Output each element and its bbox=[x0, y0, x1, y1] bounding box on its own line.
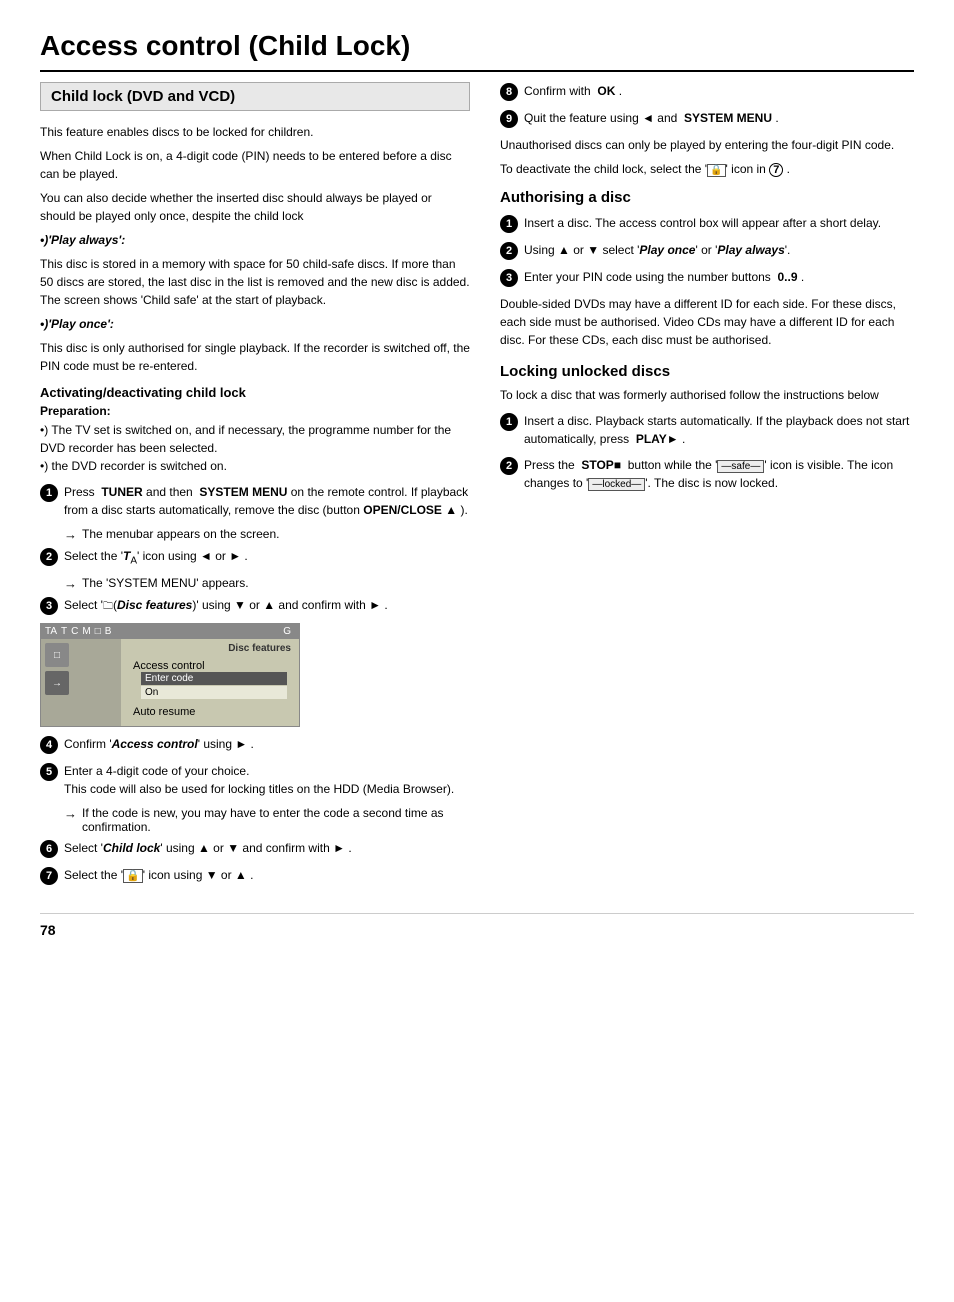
step-2-arrow: The 'SYSTEM MENU' appears. bbox=[64, 576, 470, 591]
play-once-label: •)'Play once': bbox=[40, 315, 470, 333]
auth-step-num-1: 1 bbox=[500, 215, 518, 233]
menu-top-bar: TATCM□BG bbox=[41, 624, 299, 639]
note-1: Unauthorised discs can only be played by… bbox=[500, 136, 914, 154]
step-num-3: 3 bbox=[40, 597, 58, 615]
menu-body: □ → Disc features Access control Enter c… bbox=[41, 639, 299, 726]
step-8-content: Confirm with OK . bbox=[524, 82, 914, 100]
auth-step-num-3: 3 bbox=[500, 269, 518, 287]
locking-step-1: 1 Insert a disc. Playback starts automat… bbox=[500, 412, 914, 448]
intro-p1: This feature enables discs to be locked … bbox=[40, 123, 470, 141]
menu-icon-2: → bbox=[45, 671, 69, 695]
step-1-content: Press TUNER and then SYSTEM MENU on the … bbox=[64, 483, 470, 519]
intro-p2: When Child Lock is on, a 4-digit code (P… bbox=[40, 147, 470, 183]
step-9: 9 Quit the feature using ◄ and SYSTEM ME… bbox=[500, 109, 914, 128]
step-2-content: Select the 'TA' icon using ◄ or ► . bbox=[64, 547, 470, 568]
menu-screenshot: TATCM□BG □ → Disc features Access contro… bbox=[40, 623, 300, 727]
step-5: 5 Enter a 4-digit code of your choice. T… bbox=[40, 762, 470, 798]
step-num-1: 1 bbox=[40, 484, 58, 502]
menu-item-auto-resume: Auto resume bbox=[129, 704, 291, 720]
auth-step-3: 3 Enter your PIN code using the number b… bbox=[500, 268, 914, 287]
step-8: 8 Confirm with OK . bbox=[500, 82, 914, 101]
child-lock-section-title: Child lock (DVD and VCD) bbox=[51, 88, 459, 105]
child-lock-section-header: Child lock (DVD and VCD) bbox=[40, 82, 470, 111]
step-6-content: Select 'Child lock' using ▲ or ▼ and con… bbox=[64, 839, 470, 857]
menu-right-panel: Disc features Access control Enter code … bbox=[121, 639, 299, 726]
locking-intro: To lock a disc that was formerly authori… bbox=[500, 386, 914, 404]
step-1-arrow: The menubar appears on the screen. bbox=[64, 527, 470, 542]
step-num-5: 5 bbox=[40, 763, 58, 781]
page-number: 78 bbox=[40, 922, 56, 938]
locking-step-num-1: 1 bbox=[500, 413, 518, 431]
step-4: 4 Confirm 'Access control' using ► . bbox=[40, 735, 470, 754]
menu-left-panel: □ → bbox=[41, 639, 121, 726]
step-num-4: 4 bbox=[40, 736, 58, 754]
menu-sub-enter-code: Enter code bbox=[141, 672, 287, 685]
step-2: 2 Select the 'TA' icon using ◄ or ► . bbox=[40, 547, 470, 568]
menu-right-title: Disc features bbox=[129, 643, 291, 654]
note-2: To deactivate the child lock, select the… bbox=[500, 160, 914, 179]
locking-step-1-content: Insert a disc. Playback starts automatic… bbox=[524, 412, 914, 448]
authorising-title: Authorising a disc bbox=[500, 189, 914, 206]
menu-item-access-control: Access control Enter code On bbox=[129, 658, 291, 702]
locking-step-num-2: 2 bbox=[500, 457, 518, 475]
step-num-2: 2 bbox=[40, 548, 58, 566]
auth-step-1: 1 Insert a disc. The access control box … bbox=[500, 214, 914, 233]
step-num-9: 9 bbox=[500, 110, 518, 128]
step-3-content: Select '🗀(Disc features)' using ▼ or ▲ a… bbox=[64, 596, 470, 614]
step-7: 7 Select the '🔒' icon using ▼ or ▲ . bbox=[40, 866, 470, 885]
play-always-text: This disc is stored in a memory with spa… bbox=[40, 255, 470, 309]
play-once-text: This disc is only authorised for single … bbox=[40, 339, 470, 375]
step-7-content: Select the '🔒' icon using ▼ or ▲ . bbox=[64, 866, 470, 885]
step-num-8: 8 bbox=[500, 83, 518, 101]
step-9-content: Quit the feature using ◄ and SYSTEM MENU… bbox=[524, 109, 914, 127]
step-1: 1 Press TUNER and then SYSTEM MENU on th… bbox=[40, 483, 470, 519]
step-5-arrow: If the code is new, you may have to ente… bbox=[64, 806, 470, 834]
notes-section: Unauthorised discs can only be played by… bbox=[500, 136, 914, 179]
step-5-content: Enter a 4-digit code of your choice. Thi… bbox=[64, 762, 470, 798]
prep-label: Preparation: bbox=[40, 404, 470, 418]
auth-step-2: 2 Using ▲ or ▼ select 'Play once' or 'Pl… bbox=[500, 241, 914, 260]
auth-step-3-content: Enter your PIN code using the number but… bbox=[524, 268, 914, 286]
right-column: 8 Confirm with OK . 9 Quit the feature u… bbox=[500, 82, 914, 893]
step-6: 6 Select 'Child lock' using ▲ or ▼ and c… bbox=[40, 839, 470, 858]
prep-items: •) The TV set is switched on, and if nec… bbox=[40, 421, 470, 475]
left-column: Child lock (DVD and VCD) This feature en… bbox=[40, 82, 470, 893]
play-always-label: •)'Play always': bbox=[40, 231, 470, 249]
step-num-6: 6 bbox=[40, 840, 58, 858]
menu-sub-on: On bbox=[141, 686, 287, 699]
menu-sub-panel: Enter code On bbox=[141, 672, 287, 699]
menu-icon-1: □ bbox=[45, 643, 69, 667]
auth-step-1-content: Insert a disc. The access control box wi… bbox=[524, 214, 914, 232]
step-num-7: 7 bbox=[40, 867, 58, 885]
auth-step-num-2: 2 bbox=[500, 242, 518, 260]
activating-title: Activating/deactivating child lock bbox=[40, 385, 470, 400]
step-3: 3 Select '🗀(Disc features)' using ▼ or ▲… bbox=[40, 596, 470, 615]
step-4-content: Confirm 'Access control' using ► . bbox=[64, 735, 470, 753]
locking-step-2-content: Press the STOP■ button while the '—safe—… bbox=[524, 456, 914, 492]
locking-title: Locking unlocked discs bbox=[500, 363, 914, 380]
locking-step-2: 2 Press the STOP■ button while the '—saf… bbox=[500, 456, 914, 492]
auth-step-2-content: Using ▲ or ▼ select 'Play once' or 'Play… bbox=[524, 241, 914, 259]
page-title: Access control (Child Lock) bbox=[40, 30, 914, 72]
intro-p3: You can also decide whether the inserted… bbox=[40, 189, 470, 225]
auth-note: Double-sided DVDs may have a different I… bbox=[500, 295, 914, 349]
